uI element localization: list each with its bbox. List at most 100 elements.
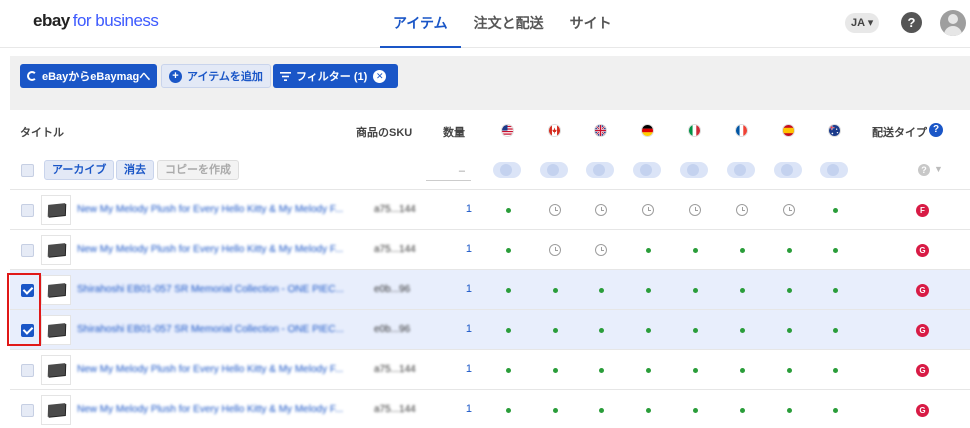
status-active-dot[interactable] (693, 328, 698, 333)
status-active-dot[interactable] (787, 408, 792, 413)
status-active-dot[interactable] (740, 288, 745, 293)
shipping-type-badge[interactable]: G (916, 284, 929, 297)
delete-button[interactable]: 消去 (116, 160, 154, 180)
shipping-type-badge[interactable]: G (916, 244, 929, 257)
toggle-es[interactable] (774, 162, 802, 178)
status-active-dot[interactable] (787, 328, 792, 333)
item-thumbnail[interactable] (41, 395, 71, 425)
status-active-dot[interactable] (506, 288, 511, 293)
toggle-uk[interactable] (586, 162, 614, 178)
pending-clock-icon[interactable] (783, 204, 795, 216)
status-active-dot[interactable] (553, 328, 558, 333)
toggle-au[interactable] (820, 162, 848, 178)
status-active-dot[interactable] (787, 248, 792, 253)
status-active-dot[interactable] (833, 208, 838, 213)
tab-sites[interactable]: サイト (557, 0, 625, 48)
status-active-dot[interactable] (693, 408, 698, 413)
pending-clock-icon[interactable] (595, 204, 607, 216)
item-thumbnail[interactable] (41, 355, 71, 385)
item-qty[interactable]: 1 (456, 243, 472, 255)
status-active-dot[interactable] (646, 248, 651, 253)
toggle-it[interactable] (680, 162, 708, 178)
item-title-link[interactable]: Shirahoshi EB01-057 SR Memorial Collecti… (77, 324, 365, 335)
item-title-link[interactable]: New My Melody Plush for Every Hello Kitt… (77, 404, 365, 415)
row-checkbox[interactable] (21, 244, 34, 257)
help-icon[interactable]: ? (901, 12, 922, 33)
item-title-link[interactable]: New My Melody Plush for Every Hello Kitt… (77, 364, 365, 375)
pending-clock-icon[interactable] (642, 204, 654, 216)
row-checkbox[interactable] (21, 364, 34, 377)
item-qty[interactable]: 1 (456, 323, 472, 335)
copy-button[interactable]: コピーを作成 (157, 160, 239, 180)
status-active-dot[interactable] (693, 368, 698, 373)
item-thumbnail[interactable] (41, 315, 71, 345)
status-active-dot[interactable] (833, 408, 838, 413)
status-active-dot[interactable] (833, 288, 838, 293)
toggle-us[interactable] (493, 162, 521, 178)
status-active-dot[interactable] (506, 328, 511, 333)
status-active-dot[interactable] (506, 208, 511, 213)
status-active-dot[interactable] (506, 368, 511, 373)
status-active-dot[interactable] (506, 408, 511, 413)
status-active-dot[interactable] (787, 288, 792, 293)
pending-clock-icon[interactable] (549, 244, 561, 256)
user-avatar[interactable] (940, 10, 966, 36)
bulk-shipping-help-icon[interactable]: ? (918, 164, 930, 176)
tab-items[interactable]: アイテム (380, 0, 461, 48)
item-title-link[interactable]: New My Melody Plush for Every Hello Kitt… (77, 204, 365, 215)
status-active-dot[interactable] (740, 328, 745, 333)
shipping-type-badge[interactable]: G (916, 324, 929, 337)
status-active-dot[interactable] (740, 408, 745, 413)
clear-filter-icon[interactable]: ✕ (373, 69, 387, 83)
item-qty[interactable]: 1 (456, 403, 472, 415)
item-thumbnail[interactable] (41, 195, 71, 225)
column-sku[interactable]: 商品のSKU (356, 124, 412, 140)
column-shipping-type[interactable]: 配送タイプ (872, 124, 927, 140)
status-active-dot[interactable] (646, 288, 651, 293)
status-active-dot[interactable] (646, 408, 651, 413)
status-active-dot[interactable] (553, 408, 558, 413)
bulk-qty-input[interactable]: – (426, 161, 471, 181)
status-active-dot[interactable] (599, 368, 604, 373)
column-qty[interactable]: 数量 (443, 124, 465, 140)
row-checkbox[interactable] (21, 404, 34, 417)
pending-clock-icon[interactable] (736, 204, 748, 216)
shipping-help-icon[interactable]: ? (929, 123, 943, 137)
status-active-dot[interactable] (833, 248, 838, 253)
sync-ebay-to-ebaymag-button[interactable]: eBayからeBaymagへ (20, 64, 158, 88)
status-active-dot[interactable] (693, 248, 698, 253)
toggle-fr[interactable] (727, 162, 755, 178)
pending-clock-icon[interactable] (549, 204, 561, 216)
item-title-link[interactable]: Shirahoshi EB01-057 SR Memorial Collecti… (77, 284, 365, 295)
pending-clock-icon[interactable] (595, 244, 607, 256)
status-active-dot[interactable] (506, 248, 511, 253)
status-active-dot[interactable] (787, 368, 792, 373)
toggle-ca[interactable] (540, 162, 568, 178)
status-active-dot[interactable] (693, 288, 698, 293)
ebay-for-business-logo[interactable]: ebay for business (33, 11, 159, 31)
shipping-type-badge[interactable]: G (916, 364, 929, 377)
status-active-dot[interactable] (833, 328, 838, 333)
pending-clock-icon[interactable] (689, 204, 701, 216)
toggle-de[interactable] (633, 162, 661, 178)
archive-button[interactable]: アーカイブ (44, 160, 115, 180)
status-active-dot[interactable] (553, 368, 558, 373)
item-thumbnail[interactable] (41, 235, 71, 265)
column-title[interactable]: タイトル (20, 124, 64, 140)
item-qty[interactable]: 1 (456, 203, 472, 215)
shipping-type-badge[interactable]: G (916, 404, 929, 417)
item-qty[interactable]: 1 (456, 363, 472, 375)
status-active-dot[interactable] (740, 248, 745, 253)
item-title-link[interactable]: New My Melody Plush for Every Hello Kitt… (77, 244, 365, 255)
select-all-checkbox[interactable] (21, 164, 34, 177)
tab-orders-shipping[interactable]: 注文と配送 (461, 0, 557, 48)
status-active-dot[interactable] (599, 328, 604, 333)
item-qty[interactable]: 1 (456, 283, 472, 295)
status-active-dot[interactable] (833, 368, 838, 373)
status-active-dot[interactable] (740, 368, 745, 373)
row-checkbox[interactable] (21, 204, 34, 217)
status-active-dot[interactable] (553, 288, 558, 293)
filter-button[interactable]: フィルター (1) ✕ (273, 64, 399, 88)
chevron-down-icon[interactable]: ▼ (934, 164, 943, 174)
status-active-dot[interactable] (646, 368, 651, 373)
